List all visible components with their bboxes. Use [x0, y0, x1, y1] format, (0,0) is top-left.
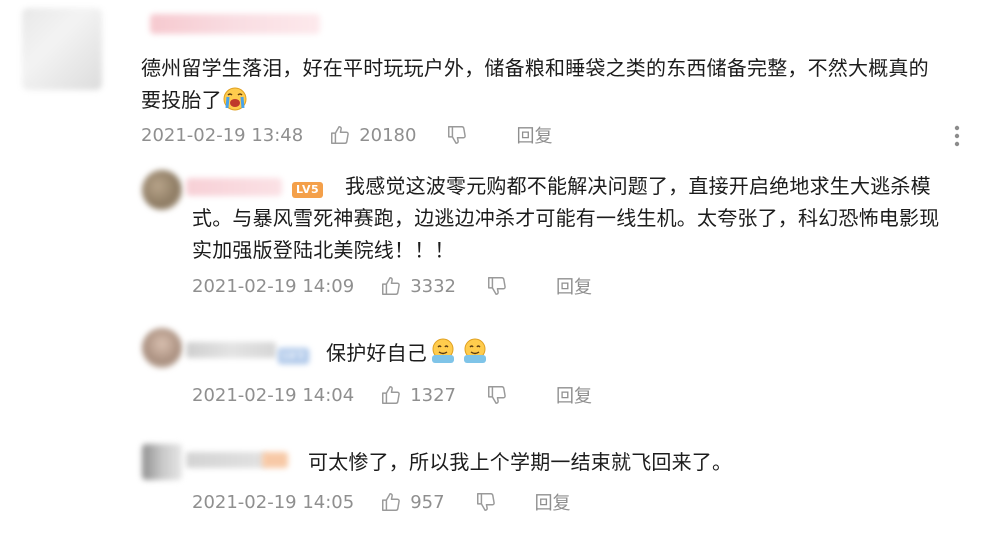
like-count: 20180 — [359, 124, 417, 146]
thumbs-up-icon[interactable] — [380, 491, 402, 513]
thumbs-up-icon[interactable] — [329, 124, 351, 146]
comment-body: 保护好自己 — [326, 337, 489, 374]
timestamp: 2021-02-19 13:48 — [141, 124, 304, 146]
timestamp: 2021-02-19 14:05 — [192, 491, 355, 513]
timestamp: 2021-02-19 14:09 — [192, 275, 355, 297]
level-badge — [262, 452, 288, 468]
reply-button[interactable]: 回复 — [516, 122, 552, 148]
hug-face-emoji — [429, 337, 457, 374]
reply-button[interactable]: 回复 — [556, 273, 592, 299]
comment-line-2: 式。与暴风雪死神赛跑，边逃边冲杀才可能有一线生机。太夸张了，科幻恐怖电影现 — [192, 206, 940, 230]
thumbs-down-icon[interactable] — [475, 491, 497, 513]
avatar[interactable] — [142, 444, 182, 480]
username-redacted[interactable] — [150, 14, 320, 34]
comment-line-1: 我感觉这波零元购都不能解决问题了，直接开启绝地求生大逃杀模 — [345, 174, 931, 198]
thumbs-down-icon[interactable] — [486, 384, 508, 406]
thumbs-up-icon[interactable] — [380, 275, 402, 297]
comment-meta: 2021-02-19 14:09 3332 回复 — [192, 273, 592, 299]
timestamp: 2021-02-19 14:04 — [192, 384, 355, 406]
like-count: 957 — [410, 491, 445, 513]
more-vertical-icon[interactable] — [952, 124, 962, 148]
username-redacted[interactable] — [186, 452, 266, 468]
level-badge: LV3 — [278, 344, 310, 364]
comment-line-3: 实加强版登陆北美院线！！！ — [192, 238, 455, 262]
like-count: 3332 — [410, 275, 457, 297]
comment-body: 可太惨了，所以我上个学期一结束就飞回来了。 — [308, 450, 733, 474]
comment-body: 我感觉这波零元购都不能解决问题了，直接开启绝地求生大逃杀模 式。与暴风雪死神赛跑… — [192, 170, 982, 266]
comment-meta: 2021-02-19 13:48 20180 回复 — [141, 122, 552, 148]
like-count: 1327 — [410, 384, 457, 406]
reply-button[interactable]: 回复 — [556, 382, 592, 408]
comment-body: 德州留学生落泪，好在平时玩玩户外，储备粮和睡袋之类的东西储备完整，不然大概真的 … — [141, 52, 971, 121]
comment-meta: 2021-02-19 14:05 957 回复 — [192, 489, 571, 515]
reply-button[interactable]: 回复 — [535, 489, 571, 515]
comment-meta: 2021-02-19 14:04 1327 回复 — [192, 382, 592, 408]
thumbs-up-icon[interactable] — [380, 384, 402, 406]
thumbs-down-icon[interactable] — [486, 275, 508, 297]
comment-line-1: 德州留学生落泪，好在平时玩玩户外，储备粮和睡袋之类的东西储备完整，不然大概真的 — [141, 56, 929, 80]
avatar[interactable] — [142, 328, 182, 368]
hug-face-emoji — [461, 337, 489, 374]
crying-face-emoji — [222, 86, 248, 121]
avatar[interactable] — [22, 8, 102, 90]
username-redacted[interactable] — [186, 342, 276, 358]
avatar[interactable] — [142, 170, 182, 210]
comment-line-2: 要投胎了 — [141, 84, 971, 121]
thumbs-down-icon[interactable] — [446, 124, 468, 146]
